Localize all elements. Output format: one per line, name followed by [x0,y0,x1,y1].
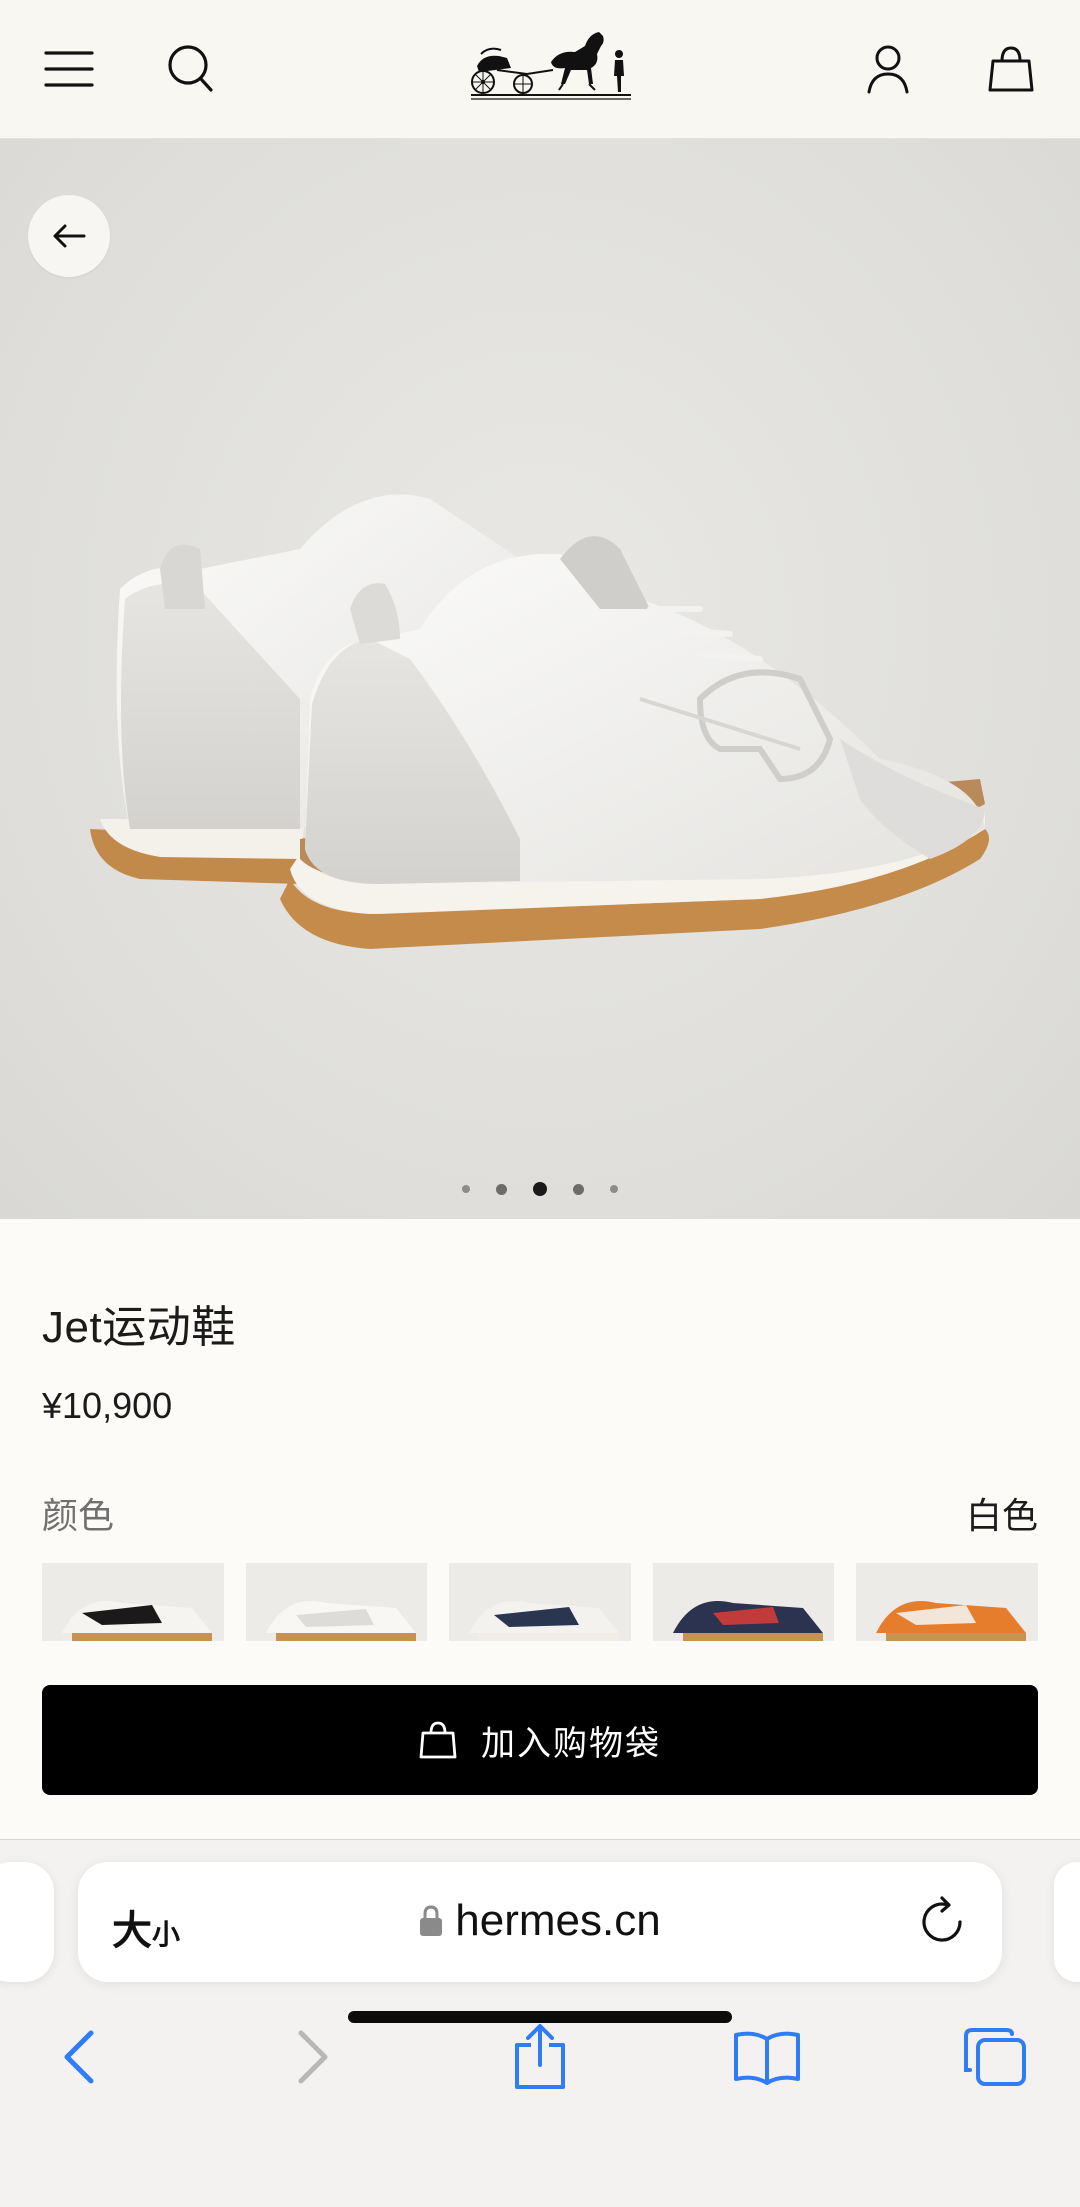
selected-color: 白色 [965,1495,1038,1536]
color-swatch-orange[interactable] [856,1563,1038,1641]
hermes-carriage-logo[interactable] [467,24,635,102]
gallery-dot-4[interactable] [573,1183,584,1195]
shopping-bag-icon[interactable] [982,40,1040,98]
product-info: Jet运动鞋 ¥10,900 颜色 白色 加入购物袋 [0,1219,1080,1839]
product-page: Jet运动鞋 ¥10,900 颜色 白色 加入购物袋 大小 hermes.cn [0,0,1080,2207]
product-price: ¥10,900 [42,1385,173,1426]
browser-toolbar [0,2010,1080,2110]
sneaker-product-image [90,494,989,949]
color-swatches [42,1563,1038,1641]
add-to-bag-button[interactable]: 加入购物袋 [42,1685,1038,1795]
previous-tab-peek[interactable] [0,1862,54,1982]
address-bar[interactable]: 大小 hermes.cn [78,1862,1002,1982]
lock-icon [419,1898,443,1948]
product-title: Jet运动鞋 [42,1303,236,1352]
browser-chrome: 大小 hermes.cn [0,1839,1080,2207]
gallery-pagination[interactable] [0,1179,1080,1199]
hamburger-menu-icon[interactable] [40,40,98,98]
shopping-bag-icon [419,1721,457,1759]
site-header [0,0,1080,139]
color-swatch-navy-red[interactable] [652,1563,835,1641]
back-button[interactable] [28,195,110,277]
url-text: hermes.cn [455,1896,661,1945]
tabs-button[interactable] [960,2022,1030,2092]
reload-icon[interactable] [916,1896,968,1948]
add-to-bag-label: 加入购物袋 [481,1724,661,1763]
color-label: 颜色 [42,1495,115,1536]
gallery-dot-5[interactable] [610,1185,618,1193]
gallery-dot-3[interactable] [533,1182,547,1196]
share-icon [515,2024,565,2089]
gallery-dot-1[interactable] [462,1185,470,1193]
forward-nav-button[interactable] [278,2022,348,2092]
product-image-gallery[interactable] [0,139,1080,1219]
chevron-right-icon [298,2030,328,2084]
home-indicator[interactable] [348,2011,732,2023]
color-swatch-white[interactable] [245,1563,428,1641]
search-icon[interactable] [162,40,220,98]
share-button[interactable] [505,2022,575,2092]
tabs-icon [964,2028,1026,2086]
chevron-left-icon [64,2030,94,2084]
color-swatch-navy[interactable] [449,1563,631,1641]
gallery-dot-2[interactable] [496,1183,507,1195]
back-nav-button[interactable] [44,2022,114,2092]
book-icon [734,2031,800,2085]
next-tab-peek[interactable] [1054,1862,1080,1982]
arrow-left-icon [53,224,86,248]
color-swatch-black[interactable] [42,1563,224,1641]
user-icon[interactable] [859,40,917,98]
bookmarks-button[interactable] [732,2022,802,2092]
url-display[interactable]: hermes.cn [78,1896,1002,1948]
